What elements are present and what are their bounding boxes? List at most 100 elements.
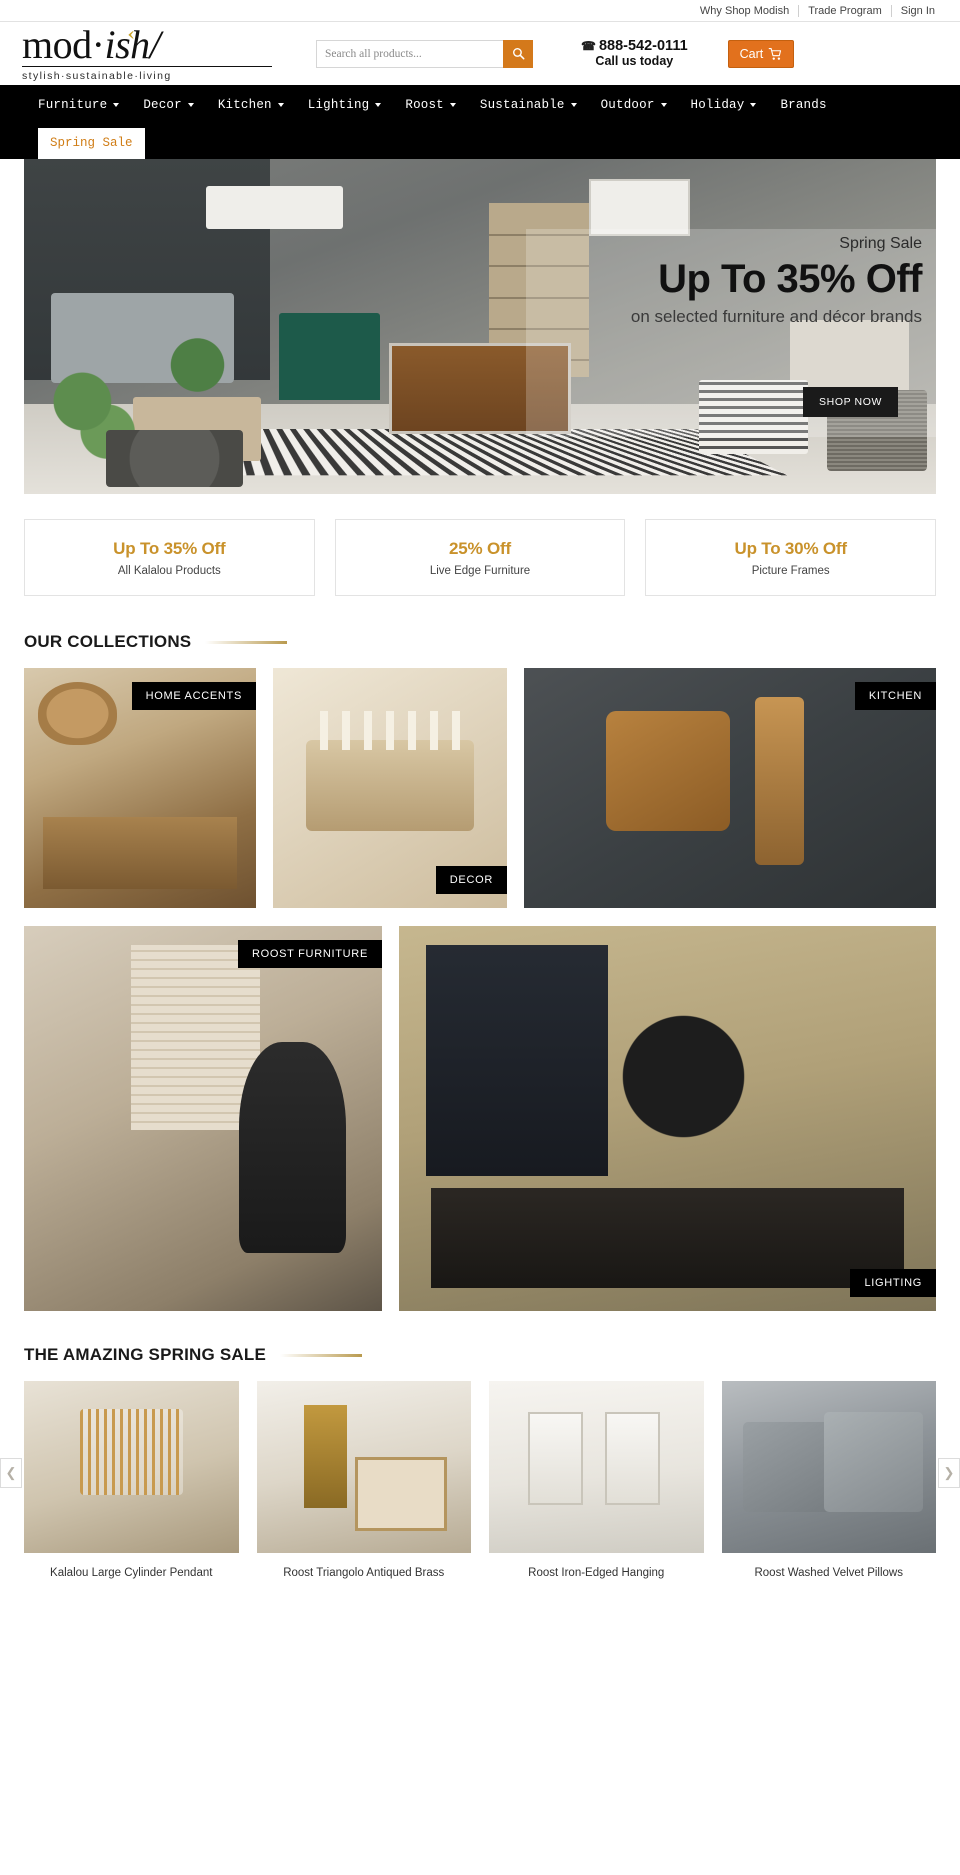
nav-label: Lighting xyxy=(307,97,370,112)
promo-title: Up To 35% Off xyxy=(113,538,226,558)
collections-row-2: ROOST FURNITURE LIGHTING xyxy=(24,926,936,1311)
utility-link-sign-in[interactable]: Sign In xyxy=(892,5,944,17)
nav-tab-row: Spring Sale xyxy=(38,124,960,159)
hero-banner[interactable]: Spring Sale Up To 35% Off on selected fu… xyxy=(24,159,936,494)
shop-now-button[interactable]: SHOP NOW xyxy=(803,387,898,417)
logo[interactable]: ‹ mod·ish/ stylish·sustainable·living xyxy=(22,22,272,82)
section-rule xyxy=(205,640,288,644)
hero-headline: Up To 35% Off xyxy=(658,256,922,301)
logo-slash: / xyxy=(149,21,161,67)
utility-bar: Why Shop Modish Trade Program Sign In xyxy=(0,0,960,22)
tile-label: ROOST FURNITURE xyxy=(237,940,382,968)
nav-item-decor[interactable]: Decor xyxy=(143,98,206,112)
chevron-down-icon xyxy=(375,102,382,107)
carousel-next-button[interactable]: ❯ xyxy=(938,1458,960,1488)
nav-item-outdoor[interactable]: Outdoor xyxy=(601,98,679,112)
promo-title: 25% Off xyxy=(449,538,511,558)
carousel-prev-button[interactable]: ❮ xyxy=(0,1458,22,1488)
promo-title: Up To 30% Off xyxy=(734,538,848,558)
contact-subtitle: Call us today xyxy=(595,53,674,68)
search-button[interactable] xyxy=(503,39,533,68)
utility-links: Why Shop Modish Trade Program Sign In xyxy=(691,4,944,17)
nav-label: Outdoor xyxy=(600,97,655,112)
nav-item-holiday[interactable]: Holiday xyxy=(691,98,769,112)
utility-link-trade-program[interactable]: Trade Program xyxy=(799,5,891,17)
promo-card-live-edge[interactable]: 25% Off Live Edge Furniture xyxy=(334,519,626,596)
nav-label: Kitchen xyxy=(217,97,272,112)
chevron-down-icon xyxy=(277,102,284,107)
section-title: THE AMAZING SPRING SALE xyxy=(24,1345,266,1364)
nav-item-furniture[interactable]: Furniture xyxy=(38,98,131,112)
collections-row-1: HOME ACCENTS DECOR KITCHEN xyxy=(24,668,936,908)
logo-wordmark: mod·ish/ xyxy=(22,24,272,64)
nav-label: Decor xyxy=(143,97,182,112)
nav-label: Brands xyxy=(780,97,827,112)
tile-label: DECOR xyxy=(435,866,507,894)
section-rule xyxy=(279,1353,362,1357)
search-block xyxy=(316,39,533,68)
logo-word-mod: mod xyxy=(22,21,92,67)
nav-tab-spring-sale[interactable]: Spring Sale xyxy=(38,128,145,159)
logo-tagline: stylish·sustainable·living xyxy=(22,69,172,82)
hero-subline: on selected furniture and décor brands xyxy=(630,306,922,326)
chevron-down-icon xyxy=(750,102,757,107)
promo-card-picture-frames[interactable]: Up To 30% Off Picture Frames xyxy=(645,519,937,596)
chevron-down-icon xyxy=(113,102,120,107)
product-title: Roost Washed Velvet Pillows xyxy=(754,1567,903,1579)
chevron-down-icon xyxy=(660,102,667,107)
product-card-3[interactable]: Roost Iron-Edged Hanging xyxy=(489,1381,704,1581)
collection-tile-decor[interactable]: DECOR xyxy=(273,668,507,908)
collections-heading: OUR COLLECTIONS xyxy=(24,632,936,652)
tile-label: HOME ACCENTS xyxy=(131,682,256,710)
search-icon xyxy=(512,48,524,60)
nav-item-sustainable[interactable]: Sustainable xyxy=(480,98,589,112)
product-image xyxy=(721,1381,936,1553)
promo-subtitle: All Kalalou Products xyxy=(117,564,221,577)
masthead: ‹ mod·ish/ stylish·sustainable·living ☎8… xyxy=(0,22,960,85)
product-image xyxy=(489,1381,704,1553)
tile-image xyxy=(24,926,382,1311)
nav-items: Furniture Decor Kitchen Lighting Roost S… xyxy=(38,85,960,124)
product-image xyxy=(256,1381,471,1553)
product-image xyxy=(24,1381,239,1553)
collection-tile-roost-furniture[interactable]: ROOST FURNITURE xyxy=(24,926,382,1311)
cart-button[interactable]: Cart xyxy=(727,39,795,68)
cart-label: Cart xyxy=(739,46,764,61)
nav-item-brands[interactable]: Brands xyxy=(780,98,838,112)
logo-dot: · xyxy=(91,21,105,67)
nav-item-kitchen[interactable]: Kitchen xyxy=(218,98,296,112)
promo-cards: Up To 35% Off All Kalalou Products 25% O… xyxy=(24,519,937,596)
collection-tile-lighting[interactable]: LIGHTING xyxy=(399,926,936,1311)
nav-item-roost[interactable]: Roost xyxy=(405,98,468,112)
contact-block: ☎ 888-542-0111 Call us today xyxy=(581,37,688,69)
cart-icon xyxy=(769,47,782,60)
tile-image xyxy=(399,926,936,1311)
section-title: OUR COLLECTIONS xyxy=(24,632,192,651)
phone-number-text: 888-542-0111 xyxy=(598,37,688,54)
spring-sale-heading: THE AMAZING SPRING SALE xyxy=(24,1345,936,1365)
search-input[interactable] xyxy=(316,39,503,68)
product-title: Roost Iron-Edged Hanging xyxy=(528,1567,665,1579)
nav-label: Furniture xyxy=(38,97,108,112)
phone-number[interactable]: ☎ 888-542-0111 xyxy=(581,37,688,54)
nav-label: Holiday xyxy=(690,97,745,112)
promo-subtitle: Picture Frames xyxy=(751,564,830,577)
utility-link-why-shop-modish[interactable]: Why Shop Modish xyxy=(691,5,798,17)
logo-swoosh-icon: ‹ xyxy=(127,22,136,44)
promo-card-kalalou[interactable]: Up To 35% Off All Kalalou Products xyxy=(24,519,315,596)
hero-text-block: Spring Sale Up To 35% Off on selected fu… xyxy=(371,233,936,328)
collection-tile-home-accents[interactable]: HOME ACCENTS xyxy=(24,668,256,908)
product-card-2[interactable]: Roost Triangolo Antiqued Brass xyxy=(256,1381,471,1581)
phone-icon: ☎ xyxy=(581,38,596,53)
product-card-4[interactable]: Roost Washed Velvet Pillows xyxy=(721,1381,936,1581)
product-title: Roost Triangolo Antiqued Brass xyxy=(283,1567,445,1579)
nav-label: Roost xyxy=(405,97,444,112)
chevron-down-icon xyxy=(449,102,456,107)
promo-subtitle: Live Edge Furniture xyxy=(429,564,531,577)
tile-label: LIGHTING xyxy=(850,1269,936,1297)
product-card-1[interactable]: Kalalou Large Cylinder Pendant xyxy=(24,1381,239,1581)
collection-tile-kitchen[interactable]: KITCHEN xyxy=(524,668,936,908)
nav-item-lighting[interactable]: Lighting xyxy=(308,98,394,112)
nav-label: Sustainable xyxy=(479,97,565,112)
tile-label: KITCHEN xyxy=(854,682,936,710)
